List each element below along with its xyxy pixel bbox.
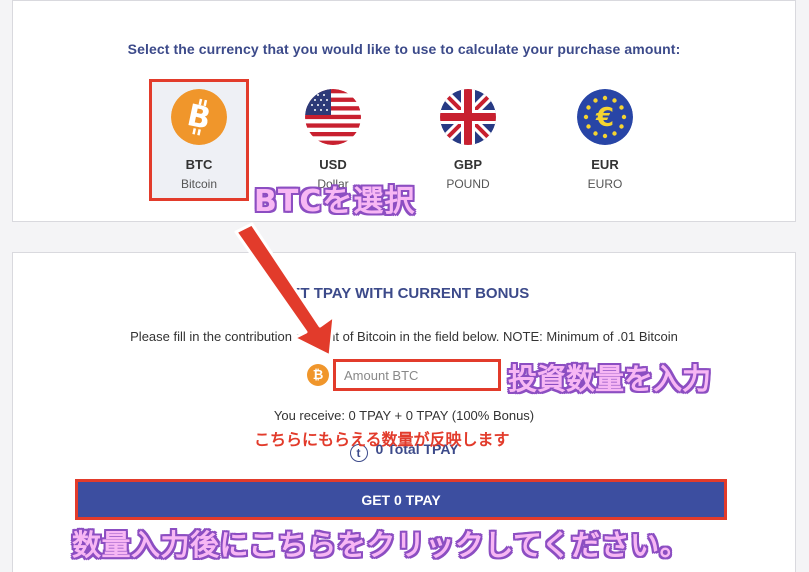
get-tpay-button[interactable]: GET 0 TPAY xyxy=(75,479,727,520)
purchase-heading: GET TPAY WITH CURRENT BONUS xyxy=(278,285,530,302)
svg-text:€: € xyxy=(595,103,614,133)
currency-code: EUR xyxy=(591,157,619,172)
currency-code: BTC xyxy=(185,157,213,172)
instruction-text: Please fill in the contribution amount o… xyxy=(130,329,678,344)
currency-name: POUND xyxy=(446,177,490,191)
eu-flag-icon: € xyxy=(577,89,633,145)
annotation-enter-amount: 投資数量を入力 xyxy=(508,362,712,396)
currency-heading: Select the currency that you would like … xyxy=(127,41,681,57)
bitcoin-icon: B xyxy=(171,89,227,145)
uk-flag-icon xyxy=(440,89,496,145)
currency-option-btc[interactable]: B BTC Bitcoin xyxy=(149,79,249,201)
bitcoin-icon: ₿ xyxy=(307,364,329,386)
currency-code: GBP xyxy=(453,157,483,172)
amount-input[interactable] xyxy=(333,359,501,391)
currency-option-eur[interactable]: € EUR EURO xyxy=(555,79,655,201)
annotation-select-btc: BTCを選択 xyxy=(254,184,416,219)
currency-code: USD xyxy=(319,157,347,172)
annotation-click-after: 数量入力後にこちらをクリックしてください。 xyxy=(72,528,690,562)
annotation-reflect: こちらにもらえる数量が反映します xyxy=(254,430,510,449)
us-flag-icon xyxy=(305,89,361,145)
receive-text: You receive: 0 TPAY + 0 TPAY (100% Bonus… xyxy=(273,408,535,423)
currency-option-gbp[interactable]: GBP POUND xyxy=(418,79,518,201)
currency-name: EURO xyxy=(587,177,623,191)
currency-name: Bitcoin xyxy=(180,177,218,191)
